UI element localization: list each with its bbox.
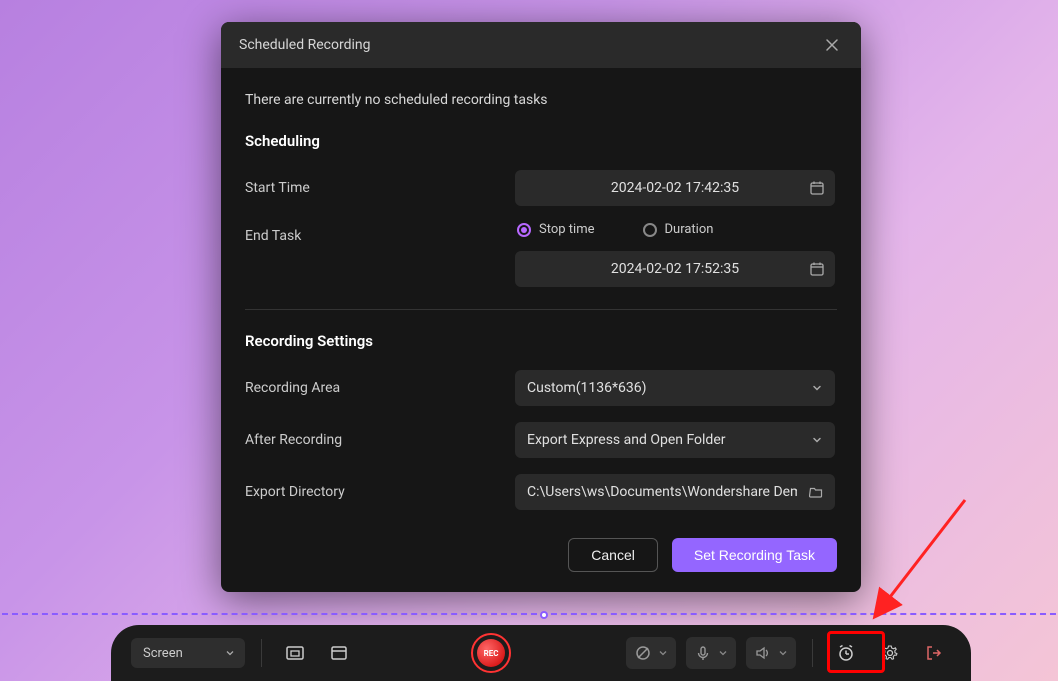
radio-duration-label: Duration	[665, 222, 714, 237]
set-recording-task-button[interactable]: Set Recording Task	[672, 538, 837, 572]
cancel-button[interactable]: Cancel	[568, 538, 658, 572]
recording-area-boundary	[2, 613, 1056, 615]
dialog-header: Scheduled Recording	[221, 22, 861, 68]
recording-settings-heading: Recording Settings	[245, 332, 837, 350]
end-task-radios: Stop time Duration	[515, 222, 837, 237]
scheduled-recording-dialog: Scheduled Recording There are currently …	[221, 22, 861, 592]
dialog-title: Scheduled Recording	[239, 37, 370, 53]
window-icon[interactable]	[322, 636, 356, 670]
recording-area-select[interactable]: Custom(1136*636)	[515, 370, 835, 406]
no-tasks-text: There are currently no scheduled recordi…	[245, 92, 837, 108]
camera-off-icon	[634, 644, 652, 662]
rec-label: REC	[477, 639, 505, 667]
recording-area-row: Recording Area Custom(1136*636)	[245, 370, 837, 406]
after-recording-row: After Recording Export Express and Open …	[245, 422, 837, 458]
recording-area-label: Recording Area	[245, 380, 515, 396]
end-task-controls: Stop time Duration 2024-02-02 17:52:35	[515, 222, 837, 287]
separator	[261, 639, 262, 667]
radio-circle	[643, 223, 657, 237]
calendar-icon[interactable]	[809, 261, 825, 277]
chevron-down-icon	[658, 648, 668, 658]
divider	[245, 309, 837, 310]
start-time-value: 2024-02-02 17:42:35	[611, 180, 739, 196]
radio-duration[interactable]: Duration	[643, 222, 714, 237]
capture-source-label: Screen	[143, 646, 183, 661]
microphone-toggle[interactable]	[686, 637, 736, 669]
radio-circle-selected	[517, 223, 531, 237]
end-time-value: 2024-02-02 17:52:35	[611, 261, 739, 277]
speaker-icon	[754, 644, 772, 662]
alarm-clock-icon	[836, 643, 856, 663]
chevron-down-icon	[778, 648, 788, 658]
gear-icon	[880, 643, 900, 663]
dialog-body: There are currently no scheduled recordi…	[221, 68, 861, 592]
calendar-icon[interactable]	[809, 180, 825, 196]
start-time-label: Start Time	[245, 180, 515, 196]
after-recording-label: After Recording	[245, 432, 515, 448]
settings-button[interactable]	[873, 636, 907, 670]
fullscreen-icon[interactable]	[278, 636, 312, 670]
start-time-input[interactable]: 2024-02-02 17:42:35	[515, 170, 835, 206]
chevron-down-icon	[811, 434, 823, 446]
system-audio-toggle[interactable]	[746, 637, 796, 669]
record-button[interactable]: REC	[471, 633, 511, 673]
export-dir-label: Export Directory	[245, 484, 515, 500]
chevron-down-icon	[225, 648, 235, 658]
annotation-arrow	[870, 490, 990, 640]
end-time-input[interactable]: 2024-02-02 17:52:35	[515, 251, 835, 287]
radio-stop-label: Stop time	[539, 222, 595, 237]
export-dir-row: Export Directory C:\Users\ws\Documents\W…	[245, 474, 837, 510]
capture-source-select[interactable]: Screen	[131, 638, 245, 668]
recording-area-value: Custom(1136*636)	[527, 380, 647, 396]
schedule-button[interactable]	[829, 636, 863, 670]
folder-icon[interactable]	[809, 485, 823, 499]
radio-stop-time[interactable]: Stop time	[517, 222, 595, 237]
end-task-label: End Task	[245, 222, 515, 244]
exit-icon	[924, 643, 944, 663]
after-recording-select[interactable]: Export Express and Open Folder	[515, 422, 835, 458]
chevron-down-icon	[811, 382, 823, 394]
chevron-down-icon	[718, 648, 728, 658]
close-icon[interactable]	[821, 36, 843, 54]
export-dir-value: C:\Users\ws\Documents\Wondershare Dem	[527, 484, 797, 500]
end-task-row: End Task Stop time Duration 2024-02-02 1…	[245, 222, 837, 287]
dialog-buttons: Cancel Set Recording Task	[245, 538, 837, 572]
export-dir-input[interactable]: C:\Users\ws\Documents\Wondershare Dem	[515, 474, 835, 510]
scheduling-heading: Scheduling	[245, 132, 837, 150]
boundary-handle[interactable]	[540, 611, 548, 619]
start-time-row: Start Time 2024-02-02 17:42:35	[245, 170, 837, 206]
recorder-toolbar: Screen REC	[111, 625, 971, 681]
separator	[812, 639, 813, 667]
exit-button[interactable]	[917, 636, 951, 670]
microphone-icon	[694, 644, 712, 662]
camera-toggle[interactable]	[626, 637, 676, 669]
after-recording-value: Export Express and Open Folder	[527, 432, 726, 448]
